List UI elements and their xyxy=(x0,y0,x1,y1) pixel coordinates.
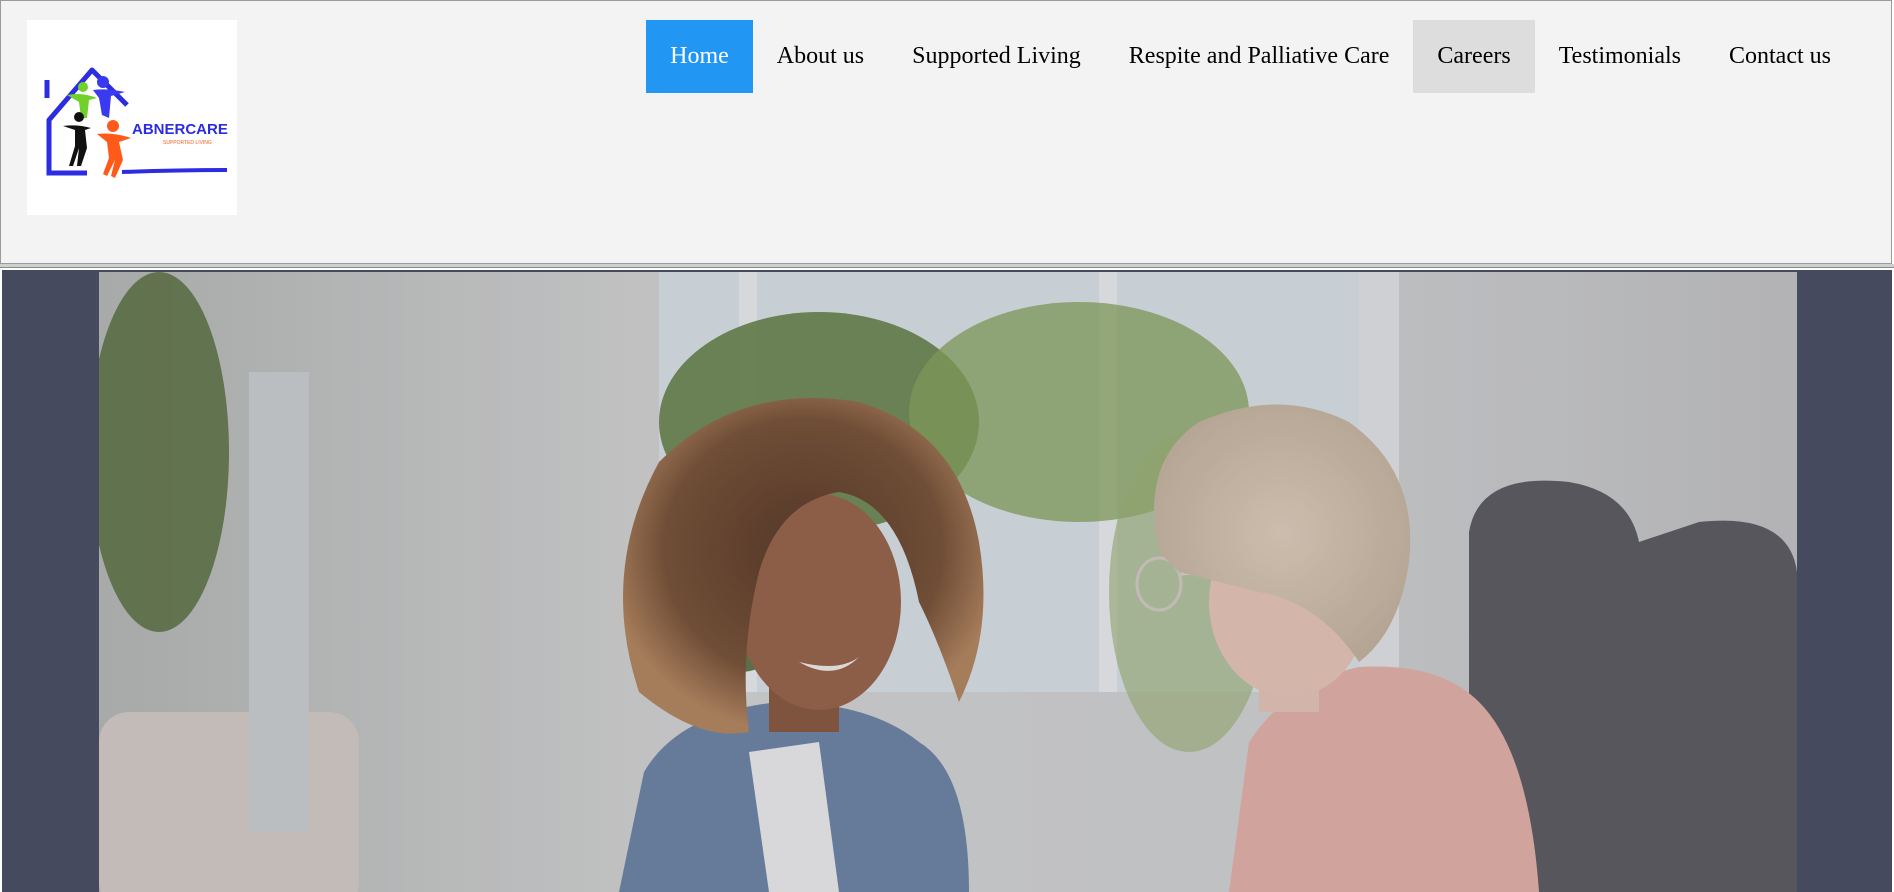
brand-text: ABNERCARE xyxy=(132,121,228,138)
hero-section xyxy=(2,270,1892,892)
hero-photo xyxy=(99,272,1797,892)
abnercare-logo-icon: ABNERCARE SUPPORTED LIVING xyxy=(44,67,228,178)
nav-testimonials[interactable]: Testimonials xyxy=(1535,20,1705,93)
nav-respite-palliative-care[interactable]: Respite and Palliative Care xyxy=(1105,20,1414,93)
nav-about-us[interactable]: About us xyxy=(753,20,888,93)
nav-home[interactable]: Home xyxy=(646,20,753,93)
logo[interactable]: ABNERCARE SUPPORTED LIVING xyxy=(27,20,237,215)
site-header: ABNERCARE SUPPORTED LIVING Home About us… xyxy=(0,0,1892,264)
nav-supported-living[interactable]: Supported Living xyxy=(888,20,1105,93)
nav-contact-us[interactable]: Contact us xyxy=(1705,20,1855,93)
nav-careers[interactable]: Careers xyxy=(1413,20,1535,93)
tagline-text: SUPPORTED LIVING xyxy=(163,140,212,146)
header-divider xyxy=(0,264,1894,268)
photo-overlay xyxy=(99,272,1797,892)
main-nav: Home About us Supported Living Respite a… xyxy=(646,20,1855,93)
